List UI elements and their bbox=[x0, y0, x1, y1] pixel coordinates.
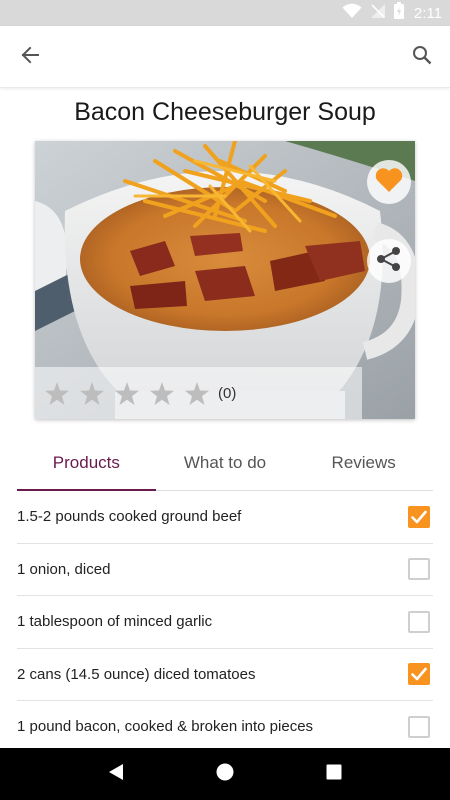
list-item: 1 onion, diced bbox=[17, 544, 433, 596]
rating-count: (0) bbox=[218, 384, 237, 402]
wifi-icon bbox=[342, 3, 362, 24]
list-item: 1 tablespoon of minced garlic bbox=[17, 596, 433, 649]
nav-home-button[interactable] bbox=[205, 754, 245, 794]
ingredient-text: 2 cans (14.5 ounce) diced tomatoes bbox=[17, 665, 256, 683]
recipe-photo: (0) bbox=[35, 141, 415, 419]
nav-back-button[interactable] bbox=[96, 754, 136, 794]
list-item: 2 cans (14.5 ounce) diced tomatoes bbox=[17, 649, 433, 701]
arrow-back-icon bbox=[20, 45, 40, 70]
recipe-title: Bacon Cheeseburger Soup bbox=[74, 98, 376, 126]
back-triangle-icon bbox=[108, 763, 124, 786]
back-button[interactable] bbox=[14, 43, 46, 71]
list-item: 1 pound bacon, cooked & broken into piec… bbox=[17, 701, 433, 754]
check-icon bbox=[411, 510, 427, 524]
status-time: 2:11 bbox=[413, 4, 442, 22]
star-icon[interactable] bbox=[39, 376, 74, 410]
rating-bar: (0) bbox=[35, 367, 362, 419]
search-icon bbox=[412, 45, 432, 70]
ingredient-list: 1.5-2 pounds cooked ground beef 1 onion,… bbox=[17, 491, 433, 754]
star-icon[interactable] bbox=[144, 376, 179, 410]
ingredient-checkbox[interactable] bbox=[408, 715, 430, 738]
ingredient-checkbox[interactable] bbox=[408, 610, 430, 633]
home-circle-icon bbox=[216, 763, 234, 786]
tab-reviews[interactable]: Reviews bbox=[294, 436, 433, 490]
ingredient-checkbox[interactable] bbox=[408, 663, 430, 686]
recents-square-icon bbox=[326, 764, 342, 785]
ingredient-text: 1 onion, diced bbox=[17, 560, 111, 578]
star-icon[interactable] bbox=[74, 376, 109, 410]
favorite-button[interactable] bbox=[367, 160, 411, 204]
ingredient-checkbox[interactable] bbox=[408, 505, 430, 528]
ingredient-checkbox[interactable] bbox=[408, 558, 430, 581]
check-icon bbox=[411, 667, 427, 681]
search-button[interactable] bbox=[406, 43, 438, 71]
signal-off-icon bbox=[370, 3, 386, 24]
share-button[interactable] bbox=[367, 239, 411, 283]
ingredient-text: 1 tablespoon of minced garlic bbox=[17, 613, 213, 631]
tab-products[interactable]: Products bbox=[17, 436, 156, 491]
app-bar bbox=[0, 26, 450, 88]
ingredient-text: 1.5-2 pounds cooked ground beef bbox=[17, 508, 242, 526]
ingredient-text: 1 pound bacon, cooked & broken into piec… bbox=[17, 718, 314, 736]
nav-recents-button[interactable] bbox=[314, 754, 354, 794]
share-icon bbox=[376, 246, 402, 277]
screen: 2:11 Bacon Cheeseburger Soup (0) Product… bbox=[0, 0, 450, 800]
tab-what-to-do[interactable]: What to do bbox=[156, 436, 295, 490]
status-bar: 2:11 bbox=[0, 0, 450, 26]
system-nav-bar bbox=[0, 748, 450, 800]
heart-icon bbox=[375, 167, 403, 198]
status-icons: 2:11 bbox=[342, 0, 442, 26]
tab-bar: Products What to do Reviews bbox=[17, 436, 433, 491]
battery-icon bbox=[393, 2, 404, 24]
star-icon[interactable] bbox=[179, 376, 214, 410]
star-icon[interactable] bbox=[109, 376, 144, 410]
list-item: 1.5-2 pounds cooked ground beef bbox=[17, 491, 433, 544]
